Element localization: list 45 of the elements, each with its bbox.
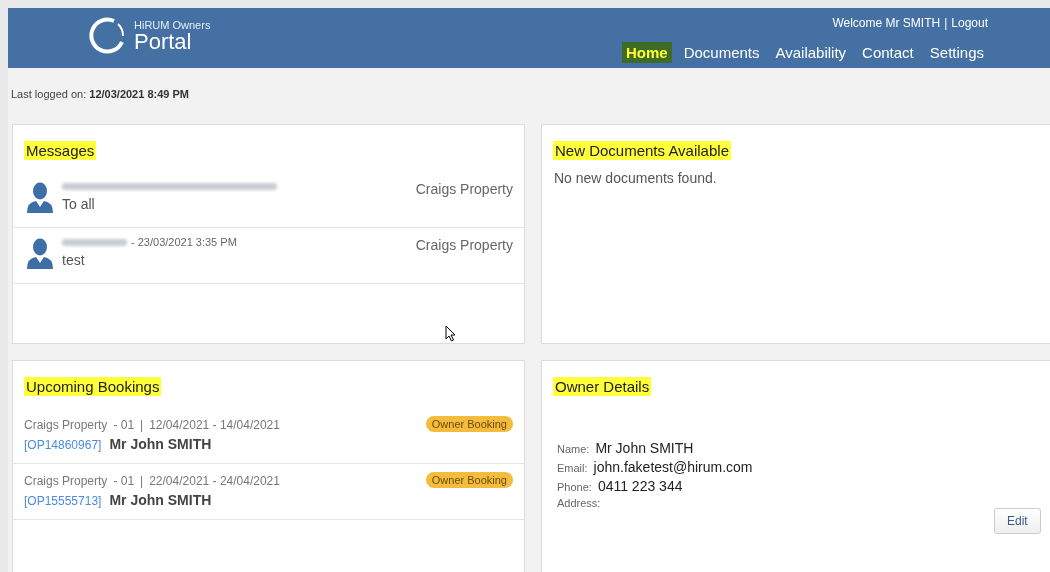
card-title: New Documents Available [553,141,731,160]
nav-tab[interactable]: Availability [771,42,851,63]
property-name: Craigs Property [415,181,513,197]
card-title: Messages [24,141,97,160]
property-name: Craigs Property [24,418,108,432]
separator-text: | [140,418,144,432]
property-name: Craigs Property [24,474,108,488]
booking-reference-link[interactable]: [OP15555713] [24,494,102,508]
field-label: Email: [557,462,588,474]
empty-message: No new documents found. [554,170,718,186]
person-icon [26,238,54,270]
field-value: Mr John SMITH [595,440,694,456]
welcome-text: Welcome Mr SMITH [832,16,941,32]
last-logged-text: Last logged on: 12/03/2021 8:49 PM [11,88,189,100]
booking-dates: 12/04/2021 - 14/04/2021 [149,418,280,432]
card-title: Upcoming Bookings [24,377,162,396]
field-label: Name: [557,443,590,455]
logo-title: Portal [134,30,192,53]
card-title: Owner Details [553,377,652,396]
logout-link[interactable]: Logout [951,16,988,32]
separator-text: | [944,16,948,32]
booking-type-badge: Owner Booking [425,416,513,432]
nav-tab[interactable]: Home [621,42,672,63]
field-value: john.faketest@hirum.com [593,459,753,475]
message-text: test [62,252,86,268]
unit-number: - 01 [113,474,135,488]
booking-dates: 22/04/2021 - 24/04/2021 [149,474,280,488]
unit-number: - 01 [113,418,135,432]
field-value: 0411 223 344 [597,478,683,494]
nav-tab[interactable]: Settings [925,42,988,63]
booking-reference-link[interactable]: [OP14860967] [24,438,102,452]
separator-text: | [140,474,144,488]
message-time: - 23/03/2021 3:35 PM [131,236,237,248]
property-name: Craigs Property [415,237,513,253]
edit-button[interactable]: Edit [994,508,1041,534]
field-label: Phone: [557,481,592,493]
nav-tab[interactable]: Contact [858,42,918,63]
guest-name: Mr John SMITH [109,492,212,508]
nav-tab[interactable]: Documents [679,42,764,63]
person-icon [26,182,54,214]
field-label: Address: [557,497,601,509]
guest-name: Mr John SMITH [109,436,212,452]
logo-subtitle: HiRUM Owners [134,19,211,31]
booking-type-badge: Owner Booking [425,472,513,488]
message-text: To all [62,196,96,212]
